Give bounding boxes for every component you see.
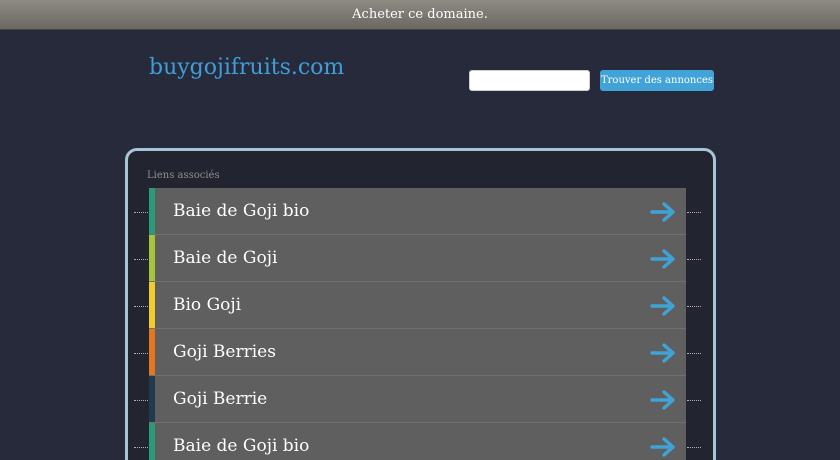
related-link-label: Goji Berries: [173, 342, 276, 362]
dotted-separator: [687, 212, 701, 213]
arrow-right-icon: [650, 249, 675, 269]
dotted-separator: [687, 400, 701, 401]
top-bar: Acheter ce domaine.: [0, 0, 840, 30]
search-button[interactable]: Trouver des annonces: [600, 70, 714, 91]
dotted-separator: [134, 212, 148, 213]
related-link-3[interactable]: Bio Goji: [149, 282, 686, 329]
site-title: buygojifruits.com: [149, 55, 345, 80]
dotted-separator: [134, 306, 148, 307]
arrow-right-icon: [650, 202, 675, 222]
color-bar: [149, 329, 155, 375]
arrow-right-icon: [650, 343, 675, 363]
arrow-right-icon: [650, 296, 675, 316]
buy-domain-link[interactable]: Acheter ce domaine.: [352, 0, 488, 30]
related-link-label: Baie de Goji bio: [173, 436, 310, 456]
related-links-list: Baie de Goji bio Baie de Goji Bio Goji G…: [149, 188, 686, 460]
related-link-label: Baie de Goji bio: [173, 201, 310, 221]
related-links-label: Liens associés: [147, 170, 220, 181]
dotted-separator: [687, 306, 701, 307]
related-link-4[interactable]: Goji Berries: [149, 329, 686, 376]
related-link-6[interactable]: Baie de Goji bio: [149, 423, 686, 460]
related-link-5[interactable]: Goji Berrie: [149, 376, 686, 423]
dotted-separator: [687, 447, 701, 448]
related-link-label: Baie de Goji: [173, 248, 278, 268]
color-bar: [149, 235, 155, 281]
arrow-right-icon: [650, 390, 675, 410]
search-input[interactable]: [469, 70, 590, 91]
dotted-separator: [134, 400, 148, 401]
dotted-separator: [134, 353, 148, 354]
arrow-right-icon: [650, 437, 675, 457]
related-link-1[interactable]: Baie de Goji bio: [149, 188, 686, 235]
dotted-separator: [134, 447, 148, 448]
related-link-label: Bio Goji: [173, 295, 242, 315]
dotted-separator: [687, 259, 701, 260]
color-bar: [149, 282, 155, 328]
dotted-separator: [687, 353, 701, 354]
color-bar: [149, 423, 155, 460]
dotted-separator: [134, 259, 148, 260]
color-bar: [149, 188, 155, 234]
related-link-label: Goji Berrie: [173, 389, 268, 409]
related-link-2[interactable]: Baie de Goji: [149, 235, 686, 282]
color-bar: [149, 376, 155, 422]
